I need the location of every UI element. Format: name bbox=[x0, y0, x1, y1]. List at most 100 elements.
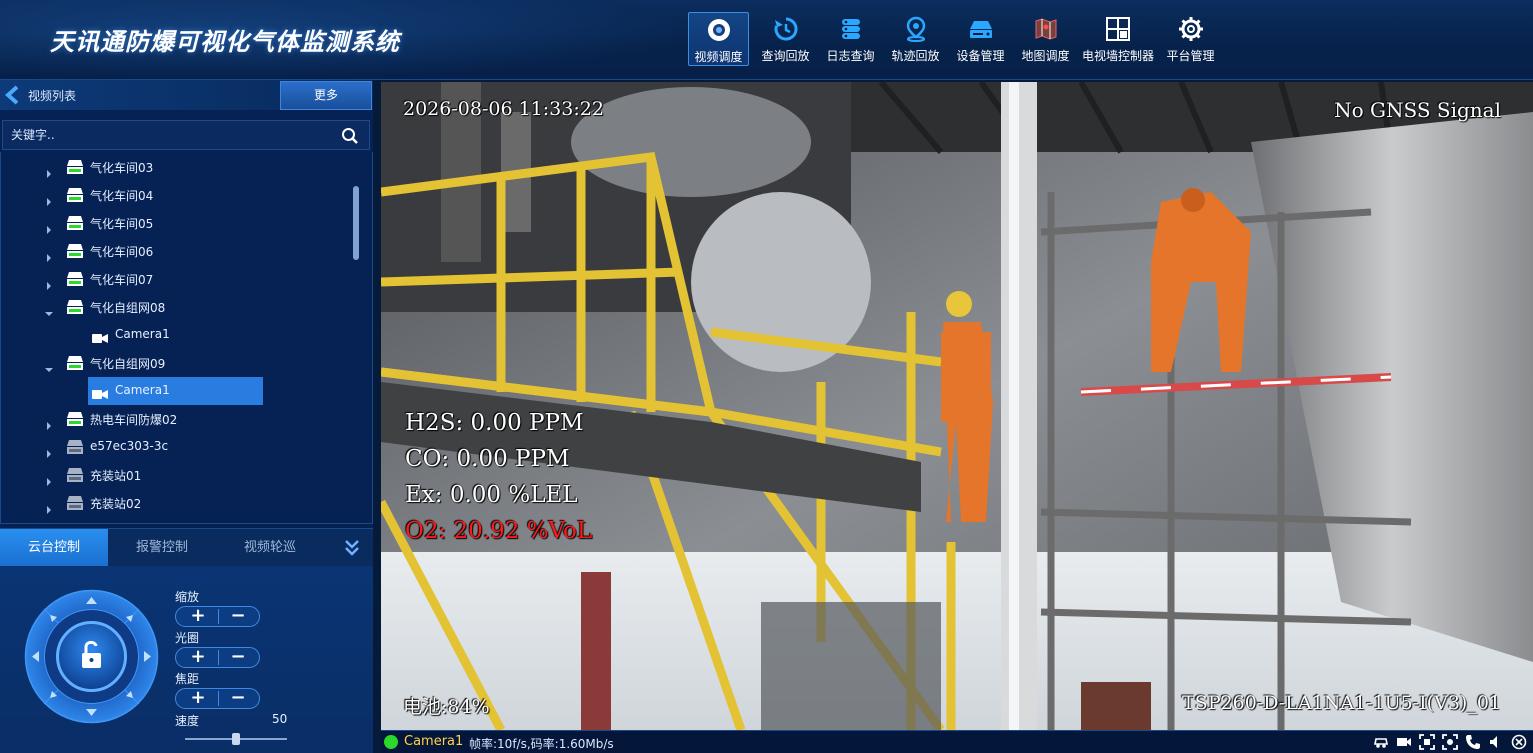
ptz-panel: 缩放 + − 光圈 + − 焦距 + − 速度 50 bbox=[0, 566, 373, 753]
tab-video-patrol[interactable]: 视频轮巡 bbox=[216, 529, 324, 566]
nav-map-dispatch[interactable]: 地图调度 bbox=[1013, 12, 1078, 66]
osd-co-reading: CO: 0.00 PPM bbox=[405, 446, 570, 472]
search-icon[interactable] bbox=[341, 127, 359, 145]
offline-device-icon bbox=[66, 439, 84, 455]
chevron-right-icon[interactable] bbox=[45, 443, 53, 458]
zoom-in-button[interactable]: + bbox=[178, 605, 218, 626]
osd-o2-reading: O2: 20.92 %VoL bbox=[405, 518, 593, 544]
video-player[interactable]: 2026-08-06 11:33:22 No GNSS Signal H2S: … bbox=[381, 82, 1533, 730]
ptz-direction-dial[interactable] bbox=[24, 589, 159, 724]
chevron-right-icon[interactable] bbox=[45, 471, 53, 486]
phone-icon[interactable] bbox=[1465, 734, 1481, 750]
tree-item-group[interactable]: 气化车间06 bbox=[1, 237, 361, 265]
tree-item-camera[interactable]: Camera1 bbox=[1, 321, 361, 349]
tree-item-label: 热电车间防爆02 bbox=[90, 413, 178, 427]
tree-item-group[interactable]: 气化自组网08 bbox=[1, 293, 361, 321]
nav-video-dispatch[interactable]: 视频调度 bbox=[688, 12, 749, 66]
tree-item-label: 气化车间06 bbox=[90, 245, 154, 259]
app-root: 天讯通防爆可视化气体监测系统 视频调度 查询回放 日志查询 轨迹回放 设备管理 … bbox=[0, 0, 1533, 753]
video-wall-icon bbox=[1104, 15, 1132, 43]
double-chevron-down-icon[interactable] bbox=[344, 539, 360, 557]
nav-query-replay[interactable]: 查询回放 bbox=[753, 12, 818, 66]
nav-track-replay[interactable]: 轨迹回放 bbox=[883, 12, 948, 66]
tree-item-label: Camera1 bbox=[115, 383, 170, 397]
search-input[interactable] bbox=[11, 121, 331, 149]
osd-battery: 电池:84% bbox=[403, 696, 490, 718]
more-button[interactable]: 更多 bbox=[280, 81, 372, 110]
tree-item-group[interactable]: e57ec303-3c bbox=[1, 433, 361, 461]
video-toolbar bbox=[1373, 734, 1527, 750]
chevron-right-icon[interactable] bbox=[45, 247, 53, 262]
zoom-out-button[interactable]: − bbox=[218, 605, 258, 626]
online-device-icon bbox=[66, 411, 84, 427]
chevron-right-icon[interactable] bbox=[45, 163, 53, 178]
tree-scrollbar[interactable] bbox=[353, 186, 359, 260]
zoom-label: 缩放 bbox=[175, 590, 200, 604]
iris-open-button[interactable]: + bbox=[178, 646, 218, 667]
osd-device-id: TSP260-D-LA1NA1-1U5-I(V3)_01 bbox=[1182, 692, 1501, 714]
offline-device-icon bbox=[66, 495, 84, 511]
tree-item-label: e57ec303-3c bbox=[90, 439, 169, 453]
video-frame-image bbox=[381, 82, 1533, 730]
video-camera-icon bbox=[92, 329, 108, 343]
chevron-right-icon[interactable] bbox=[45, 275, 53, 290]
osd-ex-reading: Ex: 0.00 %LEL bbox=[405, 482, 578, 508]
osd-h2s-reading: H2S: 0.00 PPM bbox=[405, 410, 584, 436]
focus-stepper: + − bbox=[175, 687, 260, 709]
online-device-icon bbox=[66, 355, 84, 371]
video-list-header: 视频列表 更多 bbox=[0, 80, 373, 110]
chevron-right-icon[interactable] bbox=[45, 499, 53, 514]
tree-item-camera-selected[interactable]: Camera1 bbox=[1, 377, 361, 405]
chevron-right-icon[interactable] bbox=[45, 191, 53, 206]
status-stream-rate: 帧率:10f/s,码率:1.60Mb/s bbox=[469, 737, 614, 751]
nav-log-query[interactable]: 日志查询 bbox=[818, 12, 883, 66]
tree-item-group[interactable]: 气化车间07 bbox=[1, 265, 361, 293]
tree-item-group[interactable]: 气化自组网09 bbox=[1, 349, 361, 377]
tree-item-label: 充装站01 bbox=[90, 469, 142, 483]
tree-item-group[interactable]: 气化车间03 bbox=[1, 153, 361, 181]
gear-icon bbox=[1177, 15, 1205, 43]
video-camera-icon bbox=[92, 385, 108, 399]
map-icon bbox=[1032, 15, 1060, 43]
focus-near-button[interactable]: + bbox=[178, 687, 218, 708]
tree-item-label: 气化车间03 bbox=[90, 161, 154, 175]
speaker-icon[interactable] bbox=[1488, 734, 1504, 750]
osd-gnss-status: No GNSS Signal bbox=[1334, 98, 1501, 122]
tree-item-group[interactable]: 气化车间05 bbox=[1, 209, 361, 237]
nav-device-management[interactable]: 设备管理 bbox=[948, 12, 1013, 66]
online-device-icon bbox=[66, 159, 84, 175]
chevron-right-icon[interactable] bbox=[45, 415, 53, 430]
tree-item-label: 气化自组网08 bbox=[90, 301, 166, 315]
status-camera-name: Camera1 bbox=[404, 734, 464, 749]
location-pin-icon bbox=[902, 15, 930, 43]
speed-slider-thumb[interactable] bbox=[232, 733, 240, 745]
chevron-down-icon[interactable] bbox=[45, 359, 53, 372]
tree-item-group[interactable]: 充装站02 bbox=[1, 489, 361, 517]
main-nav: 视频调度 查询回放 日志查询 轨迹回放 设备管理 地图调度 电视墙控制器 平台管… bbox=[688, 12, 1223, 68]
log-icon bbox=[837, 15, 865, 43]
tab-ptz-control[interactable]: 云台控制 bbox=[0, 529, 108, 566]
tree-item-group[interactable]: 气化车间04 bbox=[1, 181, 361, 209]
nav-platform-management[interactable]: 平台管理 bbox=[1158, 12, 1223, 66]
tab-alarm-control[interactable]: 报警控制 bbox=[108, 529, 216, 566]
speed-value: 50 bbox=[272, 712, 288, 726]
video-status-bar: Camera1 帧率:10f/s,码率:1.60Mb/s bbox=[381, 730, 1533, 753]
search-box bbox=[2, 120, 370, 150]
back-arrow-icon[interactable] bbox=[4, 85, 19, 105]
iris-stepper: + − bbox=[175, 646, 260, 668]
record-video-icon[interactable] bbox=[1396, 734, 1412, 750]
tree-item-group[interactable]: 热电车间防爆02 bbox=[1, 405, 361, 433]
iris-close-button[interactable]: − bbox=[218, 646, 258, 667]
vehicle-icon[interactable] bbox=[1373, 734, 1389, 750]
nav-video-wall-controller[interactable]: 电视墙控制器 bbox=[1078, 12, 1158, 66]
chevron-down-icon[interactable] bbox=[45, 303, 53, 316]
replay-icon bbox=[772, 15, 800, 43]
nav-label: 日志查询 bbox=[826, 49, 875, 63]
focus-far-button[interactable]: − bbox=[218, 687, 258, 708]
close-circle-icon[interactable] bbox=[1511, 734, 1527, 750]
chevron-right-icon[interactable] bbox=[45, 219, 53, 234]
snapshot-icon[interactable] bbox=[1442, 734, 1458, 750]
fullscreen-icon[interactable] bbox=[1419, 734, 1435, 750]
device-icon bbox=[967, 15, 995, 43]
tree-item-group[interactable]: 充装站01 bbox=[1, 461, 361, 489]
